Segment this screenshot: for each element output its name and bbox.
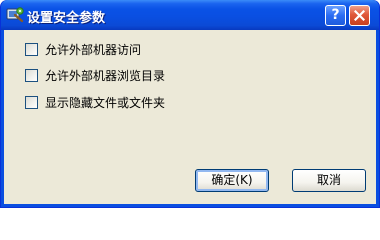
option-allow-external-access[interactable]: 允许外部机器访问 (25, 41, 141, 57)
allow-external-browse-checkbox[interactable] (25, 68, 38, 82)
settings-dialog: 设置安全参数 ? 允许外部机器访问 允许外部机器浏览目录 显示隐藏文件或文件夹 … (0, 0, 380, 208)
settings-app-icon (6, 6, 24, 24)
dialog-body: 允许外部机器访问 允许外部机器浏览目录 显示隐藏文件或文件夹 确定(K) 取消 (4, 30, 376, 204)
window-title: 设置安全参数 (27, 11, 106, 26)
ok-button[interactable]: 确定(K) (195, 169, 269, 192)
option-label: 显示隐藏文件或文件夹 (45, 95, 166, 110)
allow-external-access-checkbox[interactable] (25, 42, 38, 56)
close-icon (354, 10, 365, 21)
show-hidden-files-checkbox[interactable] (25, 95, 38, 109)
option-label: 允许外部机器访问 (45, 42, 142, 57)
option-allow-external-browse[interactable]: 允许外部机器浏览目录 (25, 67, 165, 83)
option-show-hidden-files[interactable]: 显示隐藏文件或文件夹 (25, 94, 165, 110)
cancel-button[interactable]: 取消 (292, 169, 366, 192)
help-button[interactable]: ? (325, 5, 346, 26)
option-label: 允许外部机器浏览目录 (45, 68, 166, 83)
help-icon: ? (331, 7, 340, 23)
title-bar[interactable]: 设置安全参数 ? (1, 0, 379, 30)
close-button[interactable] (349, 5, 370, 26)
